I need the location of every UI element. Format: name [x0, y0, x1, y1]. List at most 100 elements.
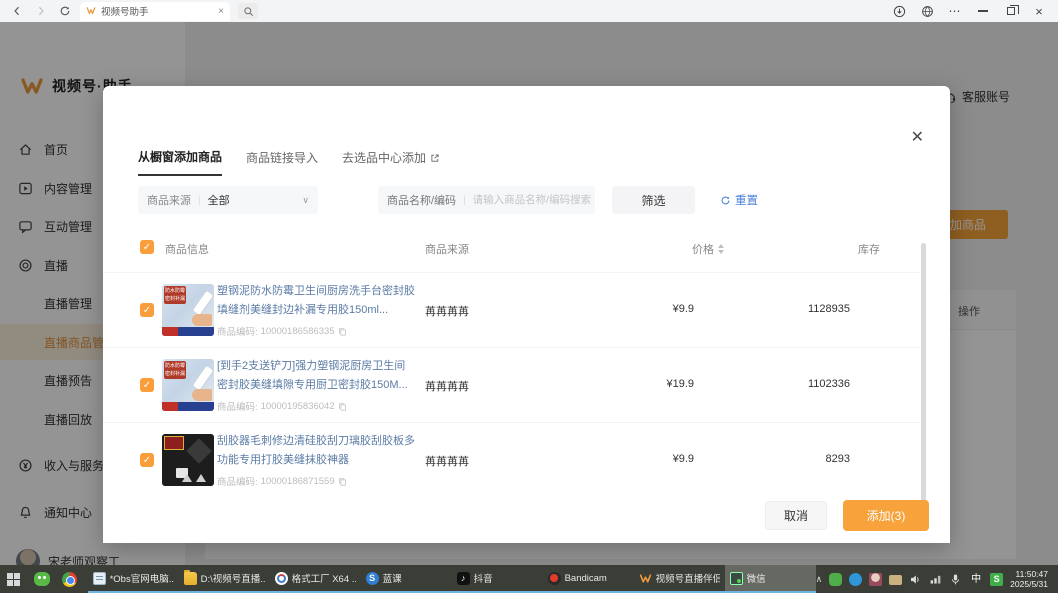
tab-link-import[interactable]: 商品链接导入	[246, 148, 318, 176]
douyin-icon: ♪	[457, 572, 470, 585]
row-checkbox[interactable]: ✓	[140, 303, 154, 317]
tray-card-icon[interactable]	[889, 575, 902, 585]
tray-messenger-icon[interactable]	[849, 573, 862, 586]
row-checkbox[interactable]: ✓	[140, 453, 154, 467]
product-title-link[interactable]: 刮胶器毛刺修边清硅胶刮刀璃胶刮胶板多功能专用打胶美缝抹胶神器	[217, 432, 415, 470]
search-input[interactable]	[473, 194, 601, 206]
window-controls: ⋯ ×	[890, 2, 1058, 20]
product-source: 苒苒苒苒	[425, 378, 469, 394]
download-icon[interactable]	[890, 2, 908, 20]
notepad-icon	[93, 572, 106, 585]
folder-icon	[184, 572, 197, 585]
ime-indicator[interactable]: 中	[969, 573, 983, 586]
tray-s-icon[interactable]: S	[990, 573, 1003, 586]
forward-icon[interactable]	[32, 2, 50, 20]
product-price: ¥19.9	[666, 378, 694, 390]
wechat-icon	[34, 572, 50, 586]
task-wechat-window[interactable]: 微信	[725, 565, 816, 593]
copy-icon[interactable]	[338, 327, 347, 336]
refresh-icon[interactable]	[56, 2, 74, 20]
source-value: 全部	[208, 192, 230, 208]
modal-footer: 取消 添加(3)	[103, 485, 950, 543]
tab-selection-center[interactable]: 去选品中心添加	[342, 148, 440, 176]
format-factory-icon	[275, 572, 288, 585]
taskbar-wechat-pinned[interactable]	[28, 565, 56, 593]
task-live-companion[interactable]: 视频号直播伴侣	[634, 565, 725, 593]
close-button[interactable]: ×	[1030, 2, 1048, 20]
tray-expand-icon[interactable]: ∧	[816, 574, 823, 585]
bandicam-icon	[548, 572, 561, 585]
chrome-icon	[62, 572, 77, 587]
mic-icon[interactable]	[949, 573, 962, 586]
tab-close-icon[interactable]: ×	[218, 6, 224, 17]
product-stock: 1102336	[808, 378, 850, 390]
reset-button[interactable]: 重置	[720, 192, 758, 208]
select-all-checkbox[interactable]: ✓	[140, 240, 154, 254]
taskbar: *Obs官网电脑... D:\视频号直播... 格式工厂 X64 ... S蓝课…	[0, 565, 1058, 593]
table-row: ✓ 防水防霉密封补漏 [到手2支送铲刀]强力塑钢泥厨房卫生间密封胶美缝填隙专用厨…	[103, 347, 920, 422]
search-icon[interactable]	[238, 3, 258, 19]
more-menu-icon[interactable]: ⋯	[946, 2, 964, 20]
product-stock: 8293	[826, 453, 850, 465]
channels-live-icon	[639, 572, 652, 585]
product-code: 商品编码: 10000195836042	[217, 399, 415, 413]
code-label: 商品编码:	[217, 399, 258, 413]
screen: 视频号助手 × ⋯ × 视频号·助手 首页 内容管理	[0, 0, 1058, 593]
external-link-icon	[430, 153, 440, 163]
product-image: 防水防霉密封补漏	[162, 359, 214, 411]
browser-tab[interactable]: 视频号助手 ×	[80, 2, 230, 21]
start-button[interactable]	[0, 565, 28, 593]
price-sort-icon[interactable]	[718, 244, 724, 254]
product-stock: 1128935	[808, 303, 850, 315]
column-header-source: 商品来源	[425, 241, 469, 257]
tray-wechat-icon[interactable]	[829, 573, 842, 586]
divider: |	[198, 195, 201, 206]
add-products-modal: ✕ 从橱窗添加商品 商品链接导入 去选品中心添加 商品来源 | 全部 ∨ 商品名…	[103, 86, 950, 543]
product-title-link[interactable]: 塑钢泥防水防霉卫生间厨房洗手台密封胶填缝剂美缝封边补漏专用胶150ml...	[217, 282, 415, 320]
minimize-button[interactable]	[974, 2, 992, 20]
task-obs-notes[interactable]: *Obs官网电脑...	[88, 565, 179, 593]
task-douyin[interactable]: ♪抖音	[452, 565, 543, 593]
product-price: ¥9.9	[673, 453, 694, 465]
copy-icon[interactable]	[338, 402, 347, 411]
product-title-link[interactable]: [到手2支送铲刀]强力塑钢泥厨房卫生间密封胶美缝填隙专用厨卫密封胶150M...	[217, 357, 415, 395]
code-value: 10000195836042	[261, 401, 335, 412]
clock-date: 2025/5/31	[1010, 579, 1048, 589]
product-image	[162, 434, 214, 486]
reset-label: 重置	[735, 192, 758, 208]
task-format-factory[interactable]: 格式工厂 X64 ...	[270, 565, 361, 593]
product-code: 商品编码: 10000186586335	[217, 324, 415, 338]
source-label: 商品来源	[147, 192, 191, 208]
browser-titlebar: 视频号助手 × ⋯ ×	[0, 0, 1058, 22]
source-dropdown[interactable]: 商品来源 | 全部 ∨	[138, 186, 318, 214]
cancel-button[interactable]: 取消	[765, 501, 827, 530]
network-icon[interactable]	[929, 573, 942, 586]
back-icon[interactable]	[8, 2, 26, 20]
column-header-info: 商品信息	[165, 241, 209, 257]
task-bandicam[interactable]: Bandicam	[543, 565, 634, 593]
price-header-label: 价格	[692, 241, 714, 257]
tray-avatar-icon[interactable]	[869, 573, 882, 586]
speaker-icon[interactable]	[909, 573, 922, 586]
restore-button[interactable]	[1002, 2, 1020, 20]
clock-time: 11:50:47	[1016, 569, 1048, 579]
tab-selection-center-label: 去选品中心添加	[342, 149, 426, 166]
taskbar-chrome-pinned[interactable]	[56, 565, 84, 593]
taskbar-clock[interactable]: 11:50:47 2025/5/31	[1010, 569, 1052, 589]
table-row: ✓ 防水防霉密封补漏 塑钢泥防水防霉卫生间厨房洗手台密封胶填缝剂美缝封边补漏专用…	[103, 272, 920, 347]
filter-button[interactable]: 筛选	[612, 186, 695, 214]
tab-title: 视频号助手	[101, 4, 213, 18]
modal-scrollbar[interactable]	[921, 243, 926, 511]
globe-icon[interactable]	[918, 2, 936, 20]
task-lanke[interactable]: S蓝课	[361, 565, 452, 593]
table-header-row: ✓ 商品信息 商品来源 价格 库存	[103, 238, 950, 264]
modal-close-icon[interactable]: ✕	[911, 130, 924, 146]
code-label: 商品编码:	[217, 324, 258, 338]
task-folder[interactable]: D:\视频号直播...	[179, 565, 270, 593]
column-header-price: 价格	[692, 241, 724, 257]
tab-from-showcase[interactable]: 从橱窗添加商品	[138, 148, 222, 176]
confirm-add-button[interactable]: 添加(3)	[843, 500, 929, 531]
row-checkbox[interactable]: ✓	[140, 378, 154, 392]
screen-share-icon	[730, 572, 743, 585]
taskbar-tasks: *Obs官网电脑... D:\视频号直播... 格式工厂 X64 ... S蓝课…	[88, 565, 816, 593]
